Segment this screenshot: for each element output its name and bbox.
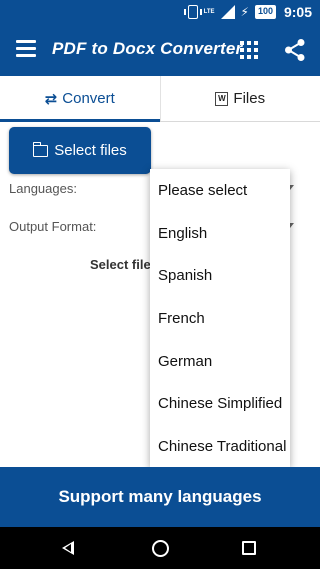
dropdown-option[interactable]: Please select [150, 169, 290, 212]
charging-icon: ⚡ [240, 5, 249, 19]
tab-bar: ⇄ Convert W Files [0, 76, 320, 122]
folder-open-icon [32, 141, 49, 157]
network-type: LTE [203, 9, 215, 15]
home-icon[interactable] [152, 540, 169, 557]
promo-banner: Support many languages [0, 467, 320, 527]
dropdown-option[interactable]: Chinese Traditional [150, 425, 290, 467]
tab-convert[interactable]: ⇄ Convert [0, 76, 160, 122]
share-icon[interactable] [284, 38, 306, 62]
signal-icon [220, 5, 235, 19]
tab-files-label: Files [233, 90, 266, 107]
hamburger-icon[interactable] [16, 40, 36, 57]
back-icon[interactable] [62, 541, 74, 555]
app-bar: PDF to Docx Converter [0, 24, 320, 76]
vibrate-icon [183, 5, 202, 19]
dropdown-option[interactable]: French [150, 297, 290, 340]
dropdown-option[interactable]: Spanish [150, 254, 290, 297]
battery-level: 100 [254, 5, 276, 19]
swap-arrows-icon: ⇄ [44, 90, 58, 108]
select-files-button[interactable]: Select files [9, 127, 151, 174]
word-document-icon: W [215, 91, 229, 106]
app-title: PDF to Docx Converter [52, 39, 243, 58]
dropdown-option[interactable]: Chinese Simplified [150, 382, 290, 425]
grid-icon[interactable] [240, 41, 258, 59]
tab-convert-label: Convert [62, 90, 115, 107]
dropdown-option[interactable]: English [150, 212, 290, 255]
select-files-label: Select files [54, 142, 127, 159]
output-format-label: Output Format: [9, 219, 97, 234]
languages-label: Languages: [9, 181, 77, 196]
hint-text: Select file [90, 257, 151, 272]
clock: 9:05 [283, 4, 312, 20]
navigation-bar [0, 527, 320, 569]
dropdown-option[interactable]: German [150, 340, 290, 383]
tab-files[interactable]: W Files [159, 76, 320, 121]
status-icons: LTE ⚡ 100 9:05 [183, 3, 312, 21]
recent-apps-icon[interactable] [242, 541, 256, 555]
language-dropdown-menu: Please select English Spanish French Ger… [150, 169, 290, 467]
status-bar: LTE ⚡ 100 9:05 [0, 0, 320, 24]
